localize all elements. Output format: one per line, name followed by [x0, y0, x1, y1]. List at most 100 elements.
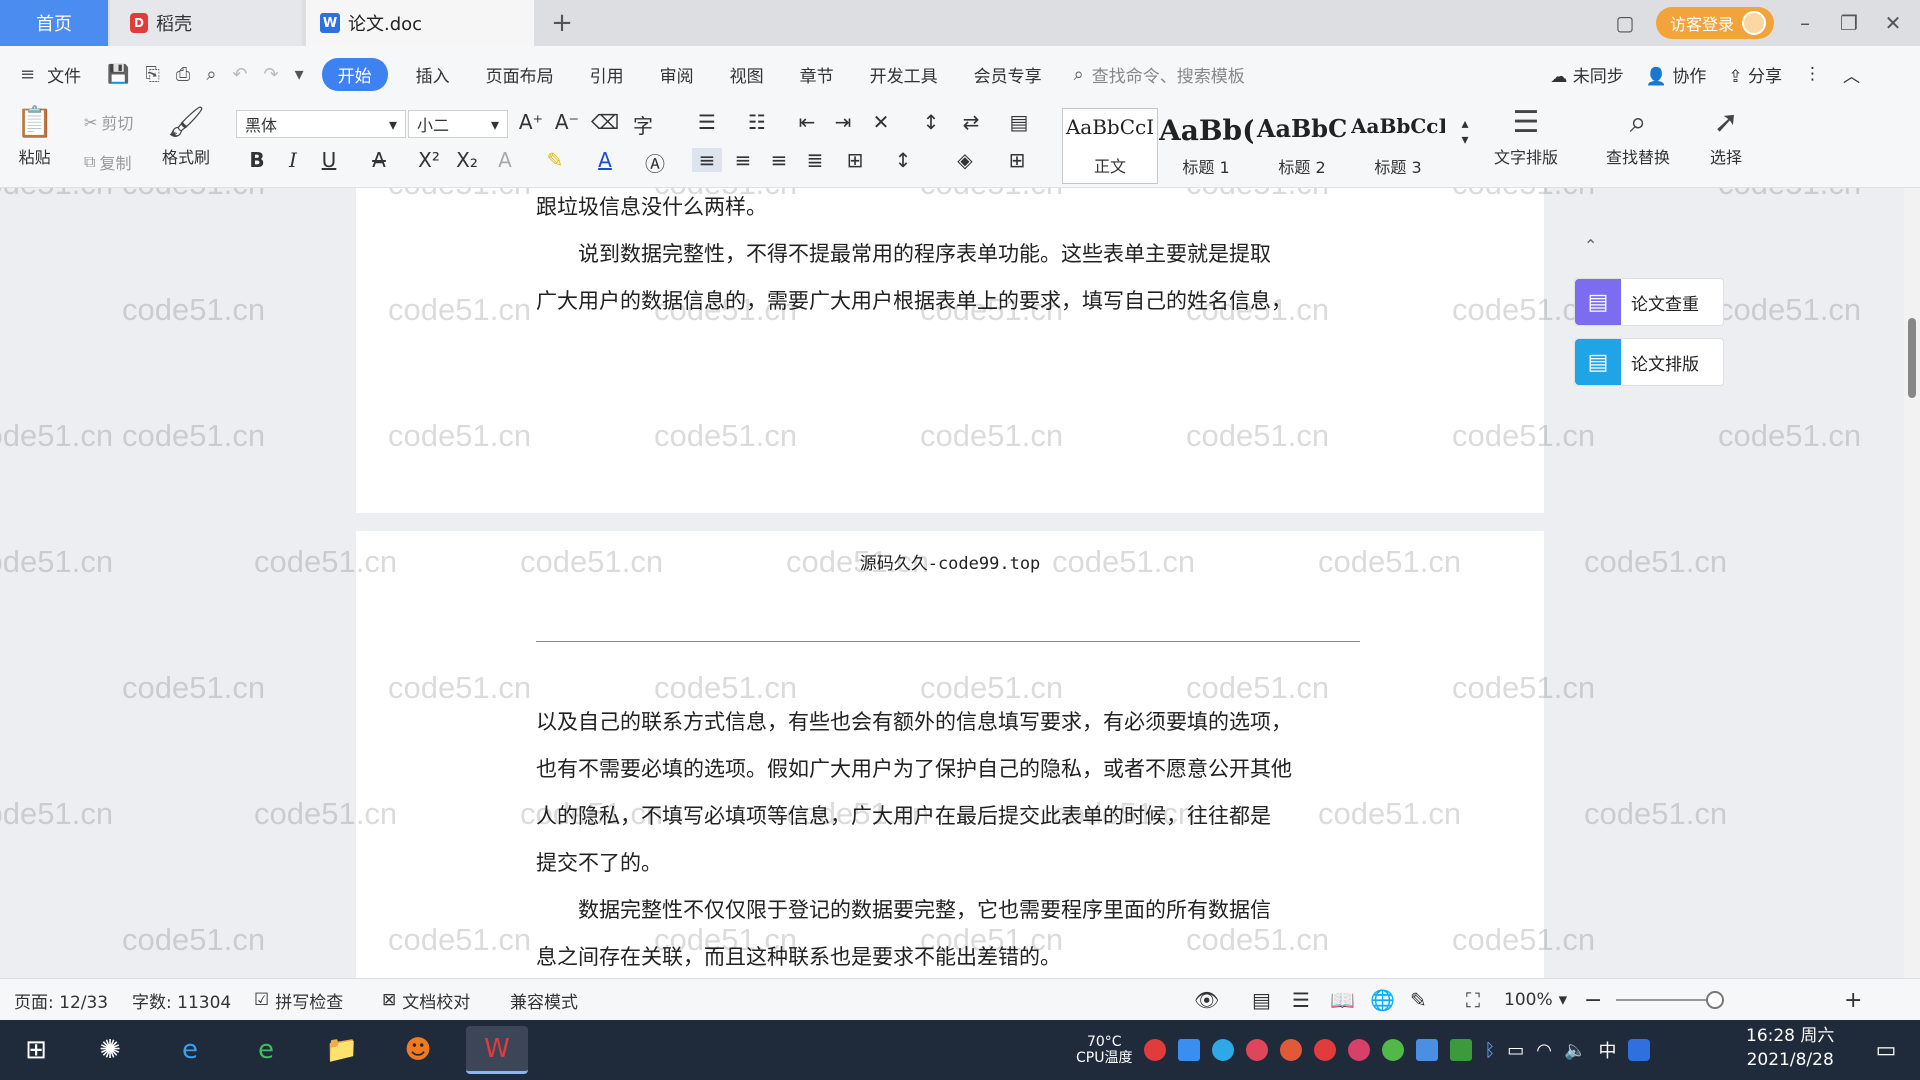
- find-replace-button[interactable]: ⌕ 查找替换: [1606, 108, 1670, 168]
- print-preview-icon[interactable]: ⌕: [206, 64, 216, 85]
- menu-review[interactable]: 审阅: [642, 62, 712, 87]
- font-size-select[interactable]: 小二 ▾: [408, 110, 508, 138]
- decrease-indent-icon[interactable]: ⇤: [792, 110, 822, 134]
- new-tab-button[interactable]: +: [540, 0, 584, 46]
- save-icon[interactable]: 💾: [107, 64, 129, 85]
- tray-app-icon[interactable]: [1178, 1039, 1201, 1061]
- clear-format-icon[interactable]: ⌫: [590, 110, 620, 134]
- zoom-out-icon[interactable]: −: [1584, 979, 1602, 1021]
- style-heading-1[interactable]: AaBb( 标题 1: [1158, 108, 1254, 184]
- app-pinwheel-icon[interactable]: ✺: [86, 1026, 134, 1074]
- italic-icon[interactable]: I: [278, 148, 308, 172]
- web-view-icon[interactable]: 🌐: [1370, 979, 1395, 1021]
- paste-button[interactable]: 📋 粘贴: [16, 108, 53, 168]
- tray-app-icon[interactable]: [1246, 1039, 1269, 1061]
- align-right-icon[interactable]: ≡: [764, 148, 794, 172]
- word-count[interactable]: 字数: 11304: [132, 979, 231, 1021]
- chevron-down-icon[interactable]: ▾: [295, 64, 304, 85]
- read-view-icon[interactable]: 📖: [1330, 979, 1355, 1021]
- underline-icon[interactable]: U: [314, 148, 344, 172]
- style-heading-2[interactable]: AaBbC 标题 2: [1254, 108, 1350, 184]
- notification-icon[interactable]: ▭: [1862, 1026, 1910, 1074]
- font-name-select[interactable]: 黑体 ▾: [236, 110, 406, 138]
- layout-toggle-icon[interactable]: ▢: [1612, 11, 1638, 35]
- scrollbar-thumb[interactable]: [1908, 318, 1916, 398]
- windows-start-icon[interactable]: ⊞: [12, 1026, 60, 1074]
- chinese-layout-icon[interactable]: ✕: [866, 110, 896, 134]
- page-body[interactable]: 以及自己的联系方式信息，有些也会有额外的信息填写要求，有必须要填的选项， 也有不…: [536, 699, 1366, 978]
- zoom-level[interactable]: 100% ▾: [1504, 979, 1567, 1021]
- zoom-slider-handle[interactable]: [1706, 991, 1724, 1009]
- ie-browser-icon[interactable]: e: [166, 1026, 214, 1074]
- page-body[interactable]: 跟垃圾信息没什么两样。 说到数据完整性，不得不提最常用的程序表单功能。这些表单主…: [536, 188, 1366, 325]
- cut-button[interactable]: ✂ 剪切: [84, 110, 133, 134]
- font-color-icon[interactable]: A: [590, 148, 620, 172]
- visitor-login-button[interactable]: 访客登录: [1655, 7, 1774, 39]
- app-mascot-icon[interactable]: ☻: [394, 1026, 442, 1074]
- menu-view[interactable]: 视图: [712, 62, 782, 87]
- highlight-icon[interactable]: ✎: [540, 148, 570, 172]
- vertical-scrollbar[interactable]: [1904, 188, 1920, 978]
- zoom-slider[interactable]: [1616, 999, 1716, 1001]
- output-icon[interactable]: ⎘: [146, 64, 160, 85]
- collapse-panel-icon[interactable]: ⌃: [1584, 236, 1597, 255]
- align-center-icon[interactable]: ≡: [728, 148, 758, 172]
- align-left-icon[interactable]: ≡: [692, 148, 722, 172]
- page-view-icon[interactable]: ▤: [1252, 979, 1271, 1021]
- proofread-button[interactable]: ⊠ 文档校对: [382, 979, 470, 1021]
- shield-icon[interactable]: [1212, 1039, 1235, 1061]
- minimize-icon[interactable]: –: [1792, 11, 1818, 35]
- document-page[interactable]: 跟垃圾信息没什么两样。 说到数据完整性，不得不提最常用的程序表单功能。这些表单主…: [356, 188, 1544, 513]
- tray-app-icon[interactable]: [1416, 1039, 1439, 1061]
- menu-file[interactable]: 文件: [43, 62, 99, 87]
- eye-icon[interactable]: 👁: [1194, 979, 1219, 1021]
- sort-icon[interactable]: ↕: [916, 110, 946, 134]
- select-button[interactable]: ➚ 选择: [1710, 108, 1742, 168]
- print-icon[interactable]: ⎙: [176, 64, 190, 85]
- menu-references[interactable]: 引用: [572, 62, 642, 87]
- justify-icon[interactable]: ≣: [800, 148, 830, 172]
- hamburger-icon[interactable]: ≡: [20, 64, 35, 85]
- tray-app-icon[interactable]: [1382, 1039, 1405, 1061]
- bullet-list-icon[interactable]: ☰: [692, 110, 722, 134]
- battery-icon[interactable]: ▭: [1507, 1040, 1524, 1061]
- menu-insert[interactable]: 插入: [398, 62, 468, 87]
- menu-chapter[interactable]: 章节: [782, 62, 852, 87]
- style-normal[interactable]: AaBbCcI 正文: [1062, 108, 1158, 184]
- bold-icon[interactable]: B: [242, 148, 272, 172]
- volume-icon[interactable]: 🔈: [1564, 1040, 1586, 1061]
- spell-check-button[interactable]: ☑ 拼写检查: [254, 979, 343, 1021]
- cpu-temp-widget[interactable]: 70°C CPU温度: [1076, 1034, 1132, 1066]
- phonetic-icon[interactable]: 字: [628, 110, 658, 139]
- increase-indent-icon[interactable]: ⇥: [828, 110, 858, 134]
- char-border-icon[interactable]: Ⓐ: [640, 148, 670, 177]
- undo-icon[interactable]: ↶: [232, 64, 247, 85]
- tab-docer[interactable]: D 稻壳: [110, 0, 302, 46]
- menu-dev-tools[interactable]: 开发工具: [852, 62, 956, 87]
- strikethrough-icon[interactable]: A: [364, 148, 394, 172]
- bluetooth-icon[interactable]: ᛒ: [1484, 1040, 1495, 1061]
- qq-icon[interactable]: [1628, 1039, 1651, 1061]
- page-indicator[interactable]: 页面: 12/33: [14, 979, 108, 1021]
- format-painter-button[interactable]: 🖌 格式刷: [162, 108, 210, 168]
- text-layout-button[interactable]: ☰ 文字排版: [1494, 108, 1558, 168]
- more-icon[interactable]: ⋮: [1804, 64, 1821, 84]
- clock[interactable]: 16:28 周六 2021/8/28: [1746, 1024, 1834, 1072]
- show-hide-icon[interactable]: ⇄: [956, 110, 986, 134]
- collab-button[interactable]: 👤 协作: [1646, 62, 1707, 87]
- style-heading-3[interactable]: AaBbCcI 标题 3: [1350, 108, 1446, 184]
- superscript-icon[interactable]: X²: [414, 148, 444, 172]
- document-page[interactable]: 源码久久-code99.top 以及自己的联系方式信息，有些也会有额外的信息填写…: [356, 531, 1544, 978]
- write-view-icon[interactable]: ✎: [1410, 979, 1427, 1021]
- paper-check-button[interactable]: ▤ 论文查重: [1574, 278, 1724, 326]
- wifi-icon[interactable]: ◠: [1536, 1040, 1552, 1061]
- tray-app-icon[interactable]: [1348, 1039, 1371, 1061]
- zoom-in-icon[interactable]: +: [1844, 979, 1862, 1021]
- tray-app-icon[interactable]: [1280, 1039, 1303, 1061]
- ruler-icon[interactable]: ▤: [1004, 110, 1034, 134]
- tray-app-icon[interactable]: [1144, 1039, 1167, 1061]
- menu-member[interactable]: 会员专享: [956, 62, 1060, 87]
- share-button[interactable]: ⇪ 分享: [1728, 62, 1782, 87]
- numbered-list-icon[interactable]: ☷: [742, 110, 772, 134]
- paper-layout-button[interactable]: ▤ 论文排版: [1574, 338, 1724, 386]
